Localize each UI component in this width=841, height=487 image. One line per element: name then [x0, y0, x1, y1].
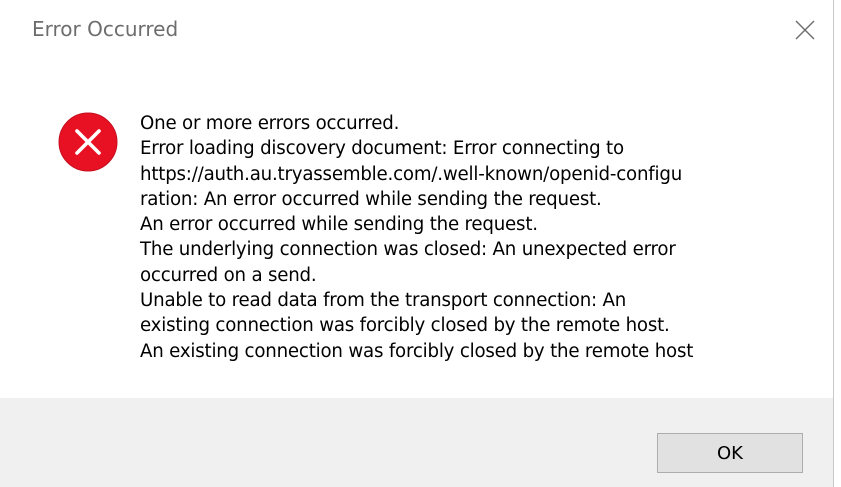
- error-message: One or more errors occurred. Error loadi…: [140, 111, 815, 364]
- message-line: One or more errors occurred.: [140, 113, 400, 134]
- ok-button[interactable]: OK: [657, 433, 803, 473]
- button-bar: OK: [0, 398, 833, 487]
- error-dialog: Error Occurred One or more errors occurr…: [0, 0, 834, 487]
- message-line: occurred on a send.: [140, 264, 317, 286]
- message-line: existing connection was forcibly closed …: [140, 315, 670, 337]
- message-line: ration: An error occurred while sending …: [140, 188, 602, 210]
- error-icon: [58, 112, 118, 172]
- message-line: Error loading discovery document: Error …: [140, 138, 624, 160]
- dialog-title: Error Occurred: [32, 17, 179, 41]
- message-line: Unable to read data from the transport c…: [140, 290, 627, 312]
- message-line: https://auth.au.tryassemble.com/.well-kn…: [140, 163, 683, 185]
- message-line: An error occurred while sending the requ…: [140, 214, 538, 236]
- dialog-content: One or more errors occurred. Error loadi…: [0, 62, 833, 398]
- close-icon: [795, 20, 815, 40]
- close-button[interactable]: [782, 8, 828, 52]
- title-bar: Error Occurred: [0, 0, 833, 62]
- message-line: The underlying connection was closed: An…: [140, 239, 676, 261]
- message-line: An existing connection was forcibly clos…: [140, 340, 694, 362]
